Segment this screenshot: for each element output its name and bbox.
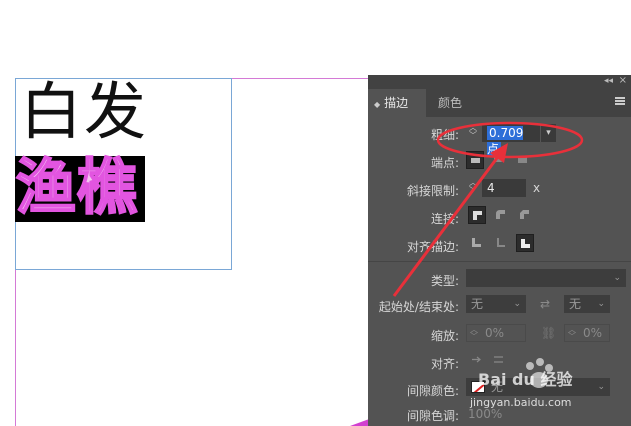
miter-stepper[interactable]: ︿ ﹀ [466,179,480,197]
weight-input[interactable]: 0.709 点 [482,124,540,156]
scale-stepper-icon: ︿ ﹀ [470,325,478,341]
arrow-tip-at-end-icon [494,356,503,363]
start-end-label: 起始处/结束处: [378,300,459,314]
round-join-icon [496,210,505,219]
cap-label: 端点: [430,156,459,170]
projecting-cap-icon [518,156,527,163]
end-scale-value: 0% [583,326,603,340]
arrow-align-label: 对齐: [430,357,459,371]
start-arrow-value: 无 [471,297,484,311]
swap-icon[interactable]: ⇄ [540,297,550,311]
end-scale-input[interactable]: ︿ ﹀ 0% [564,324,610,342]
chevron-down-icon: ⌄ [597,382,605,392]
bevel-join-icon [520,210,529,219]
link-icon[interactable]: ⛓ [541,326,556,340]
join-label: 连接: [430,212,459,226]
start-scale-value: 0% [485,326,505,340]
round-join-button[interactable] [492,206,510,224]
start-scale-input[interactable]: ︿ ﹀ 0% [466,324,526,342]
close-icon[interactable]: × [619,75,627,86]
miter-limit-label: 斜接限制: [406,184,459,198]
scale-label: 缩放: [430,329,459,343]
type-select[interactable]: ⌄ [466,269,626,287]
align-outside-button[interactable] [516,234,534,252]
tab-stroke[interactable]: ◆ 描边 [368,89,426,117]
tab-expand-icon: ◆ [374,100,381,109]
chevron-down-icon: ⌄ [513,299,521,309]
watermark-url: jingyan.baidu.com [470,396,572,409]
gap-tint-value[interactable]: 100% [468,407,502,421]
align-center-button[interactable] [468,234,486,252]
butt-cap-icon [471,158,480,163]
round-cap-icon [494,157,504,162]
tab-color[interactable]: 颜色 [430,89,470,117]
miter-join-icon [473,211,482,220]
bevel-join-button[interactable] [516,206,534,224]
canvas-text-line1[interactable]: 白发 [20,76,148,148]
tab-stroke-label: 描边 [384,96,409,110]
scale-stepper-icon: ︿ ﹀ [568,325,576,341]
align-outside-icon [521,239,530,248]
type-label: 类型: [430,274,459,288]
section-divider [368,261,631,262]
panel-titlebar[interactable]: ◂◂ × [368,75,631,89]
align-stroke-label: 对齐描边: [406,240,459,254]
weight-dropdown-button[interactable]: ▾ [540,124,556,142]
arrow-tip-beyond-icon [472,356,481,363]
align-center-icon [472,238,481,247]
align-inside-button[interactable] [492,234,510,252]
projecting-cap-button[interactable] [514,151,532,169]
butt-cap-button[interactable] [466,151,484,169]
gap-tint-label: 间隙色调: [406,409,459,423]
end-arrow-value: 无 [569,297,582,311]
gap-color-label: 间隙颜色: [406,384,459,398]
canvas-text-line2[interactable]: 渔樵 [15,152,138,224]
end-arrow-select[interactable]: 无 ⌄ [564,295,610,313]
panel-tab-row: ◆ 描边 颜色 [368,89,631,117]
miter-limit-input[interactable]: 4 [482,179,526,197]
panel-menu-icon[interactable] [615,97,625,105]
collapse-icon[interactable]: ◂◂ [604,76,613,86]
watermark-brand: Bai du 经验 [478,370,573,389]
chevron-down-icon: ⌄ [613,273,621,283]
start-arrow-select[interactable]: 无 ⌄ [466,295,526,313]
align-inside-icon [497,238,505,247]
weight-label: 粗细: [430,128,459,142]
round-cap-button[interactable] [490,151,508,169]
weight-stepper[interactable]: ︿ ﹀ [466,124,480,142]
chevron-down-icon: ⌄ [597,299,605,309]
miter-suffix: x [533,181,541,195]
miter-join-button[interactable] [468,206,486,224]
